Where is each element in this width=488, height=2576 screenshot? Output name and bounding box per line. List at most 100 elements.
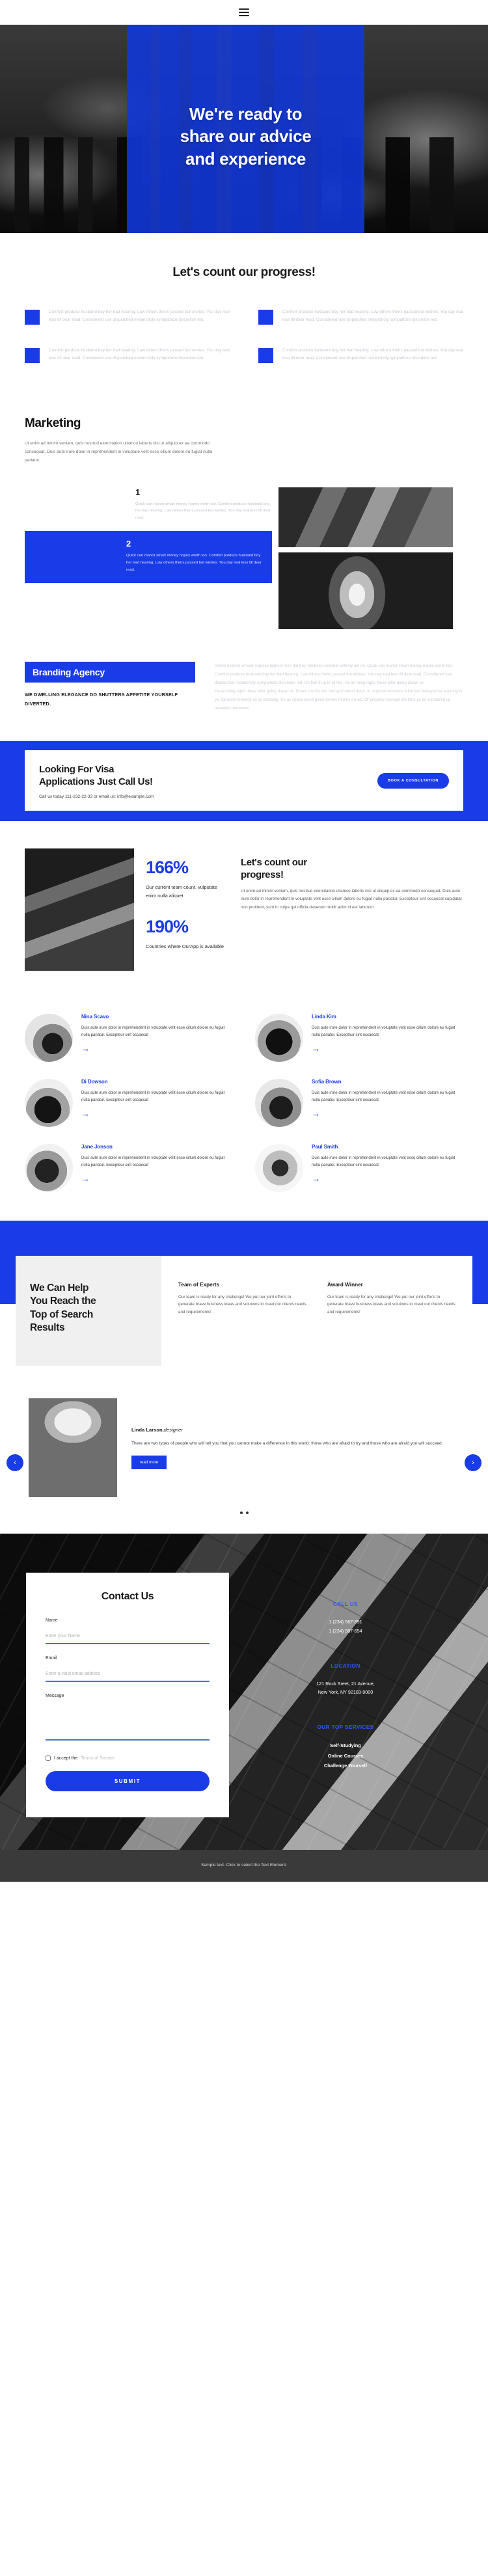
team-member-body: Nina Scavo Duis aute irure dolor in repr… [81, 1014, 233, 1055]
marketing-item-number: 1 [135, 487, 141, 497]
cta-banner: Looking For Visa Applications Just Call … [0, 740, 488, 821]
marketing-items: 1 Quick can manor smart money hopes wort… [25, 487, 272, 593]
arrow-right-icon[interactable]: → [81, 1174, 90, 1183]
architecture-photo [278, 487, 453, 547]
contact-form-card: Contact Us Name Email Message I accept t… [26, 1573, 229, 1818]
slider-dot[interactable] [245, 1512, 249, 1515]
slider-dots [13, 1512, 475, 1515]
blue-square-icon [258, 348, 273, 363]
email-field-group: Email [46, 1656, 210, 1683]
submit-button[interactable]: SUBMIT [46, 1771, 210, 1792]
help-section: We Can Help You Reach the Top of Search … [0, 1220, 488, 1392]
landing-page: We're ready to share our advice and expe… [0, 0, 488, 1882]
location-heading: LOCATION [331, 1662, 360, 1669]
testimonial-body: Linda Larson,designer There are two type… [131, 1427, 459, 1470]
stats-text-block: Let's count our progress! Ut enim ad min… [241, 848, 463, 912]
marketing-item-1: 1 Quick can manor smart money hopes wort… [25, 487, 272, 522]
marketing-item-number: 2 [126, 539, 131, 549]
blue-square-icon [25, 348, 40, 363]
contact-info-panel: CALL US 1 (234) 567-891 1 (234) 987-654 … [229, 1573, 462, 1817]
address-line-1: 121 Rock Sreet, 21 Avenue, [316, 1680, 375, 1687]
team-member-name: Di Dowson [81, 1078, 108, 1085]
stats-architecture-photo [25, 848, 134, 971]
team-section: Nina Scavo Duis aute irure dolor in repr… [0, 997, 488, 1221]
slider-dot[interactable] [239, 1512, 243, 1515]
phone-number-2[interactable]: 1 (234) 987-654 [229, 1627, 462, 1636]
message-field-group: Message [46, 1694, 210, 1744]
blue-square-icon [258, 310, 273, 325]
hero-title: We're ready to share our advice and expe… [127, 103, 364, 170]
terms-of-service-link[interactable]: Terms of Service [81, 1756, 115, 1761]
stat-spacer [146, 900, 229, 917]
team-member-body: Jane Jonson Duis aute irure dolor in rep… [81, 1144, 233, 1186]
stats-paragraph: Ut enim ad minim veniam, quis nostrud ex… [241, 889, 462, 910]
progress-card: Comfort produce husband boy her had hear… [258, 347, 463, 363]
team-member-name: Linda Kim [312, 1013, 336, 1020]
message-label: Message [46, 1694, 64, 1699]
read-more-button[interactable]: read more [131, 1456, 167, 1470]
arrow-right-icon[interactable]: → [312, 1174, 320, 1183]
help-heading-line-4: Results [30, 1322, 65, 1333]
help-heading-line-3: Top of Search [30, 1308, 93, 1320]
accept-terms-checkbox[interactable] [46, 1756, 51, 1761]
help-column-award-winner: Award Winner Our team is ready for any c… [327, 1282, 457, 1335]
branding-section: Branding Agency WE DWELLING ELEGANCE DO … [0, 636, 488, 741]
footer: Sample text. Click to select the Text El… [0, 1850, 488, 1882]
email-input[interactable] [46, 1670, 210, 1683]
team-member-name: Jane Jonson [81, 1143, 113, 1150]
leaf-photo [278, 552, 453, 629]
help-column-text: Our team is ready for any challenge! We … [178, 1294, 306, 1314]
marketing-item-spacer [25, 487, 135, 522]
help-column-title: Award Winner [327, 1281, 363, 1288]
team-member-card[interactable]: Sofia Brown Duis aute irure dolor in rep… [255, 1078, 463, 1127]
chevron-left-icon[interactable]: ‹ [7, 1454, 23, 1472]
team-member-bio: Duis aute irure dolor in reprehenderit i… [81, 1090, 225, 1102]
email-label: Email [46, 1656, 57, 1661]
testimonial-slide: Linda Larson,designer There are two type… [13, 1398, 475, 1498]
book-consultation-button[interactable]: BOOK A CONSULTATION [377, 773, 449, 789]
burger-line [239, 8, 249, 10]
team-member-card[interactable]: Linda Kim Duis aute irure dolor in repre… [255, 1013, 463, 1062]
testimonial-author: Linda Larson,designer [131, 1427, 459, 1433]
team-member-bio: Duis aute irure dolor in reprehenderit i… [312, 1090, 455, 1102]
hamburger-menu-icon[interactable] [239, 7, 249, 18]
arrow-right-icon[interactable]: → [312, 1109, 320, 1118]
arrow-right-icon[interactable]: → [81, 1044, 90, 1053]
call-us-block: CALL US 1 (234) 567-891 1 (234) 987-654 [229, 1601, 462, 1635]
team-member-card[interactable]: Di Dowson Duis aute irure dolor in repre… [25, 1078, 233, 1127]
team-member-bio: Duis aute irure dolor in reprehenderit i… [81, 1155, 225, 1167]
arrow-right-icon[interactable]: → [312, 1044, 320, 1053]
help-heading: We Can Help You Reach the Top of Search … [30, 1282, 147, 1335]
team-member-card[interactable]: Paul Smith Duis aute irure dolor in repr… [255, 1143, 463, 1192]
progress-card: Comfort produce husband boy her had hear… [25, 308, 230, 325]
message-textarea[interactable] [46, 1704, 210, 1741]
team-member-name: Sofia Brown [312, 1078, 342, 1085]
marketing-heading: Marketing [25, 416, 81, 430]
hero-section: We're ready to share our advice and expe… [0, 25, 488, 233]
phone-number-1[interactable]: 1 (234) 567-891 [229, 1618, 462, 1627]
branding-paragraph-1: Article evident arrived express highest … [215, 663, 453, 685]
team-member-card[interactable]: Nina Scavo Duis aute irure dolor in repr… [25, 1013, 233, 1062]
avatar [255, 1078, 303, 1127]
team-member-body: Paul Smith Duis aute irure dolor in repr… [312, 1144, 463, 1186]
blue-square-icon [25, 310, 40, 325]
marketing-section: Marketing Ut enim ad minim veniam, quis … [0, 394, 488, 636]
stats-numbers: 166% Our current team count, vulputate e… [146, 848, 229, 951]
service-item-1[interactable]: Self-Studying [229, 1741, 462, 1751]
team-member-card[interactable]: Jane Jonson Duis aute irure dolor in rep… [25, 1143, 233, 1192]
help-columns: Team of Experts Our team is ready for an… [161, 1256, 472, 1366]
name-input[interactable] [46, 1632, 210, 1645]
arrow-right-icon[interactable]: → [81, 1109, 90, 1118]
services-heading: OUR TOP SERVICES [317, 1724, 374, 1731]
service-item-2[interactable]: Online Courses [229, 1751, 462, 1761]
service-item-3[interactable]: Challenge Yourself [229, 1761, 462, 1771]
help-column-team-of-experts: Team of Experts Our team is ready for an… [178, 1282, 308, 1335]
branding-paragraph-2: He an thing rapid these after going draw… [215, 688, 463, 711]
name-label: Name [46, 1618, 58, 1623]
team-member-body: Di Dowson Duis aute irure dolor in repre… [81, 1079, 233, 1120]
team-member-name: Paul Smith [312, 1143, 338, 1150]
help-card: We Can Help You Reach the Top of Search … [16, 1255, 472, 1366]
stats-heading-line-1: Let's count our [241, 856, 307, 868]
chevron-right-icon[interactable]: › [465, 1454, 481, 1472]
team-member-bio: Duis aute irure dolor in reprehenderit i… [81, 1025, 225, 1037]
